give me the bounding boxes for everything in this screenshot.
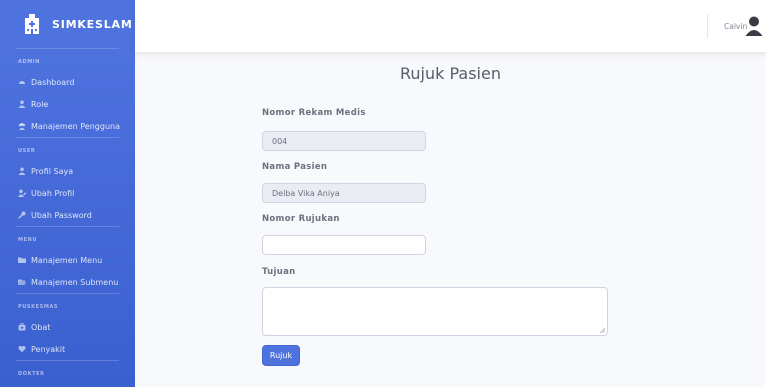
user-circle-icon[interactable] — [745, 16, 763, 36]
resize-grip-icon[interactable] — [599, 327, 605, 333]
folder-icon — [18, 257, 26, 263]
sidebar-item-obat[interactable]: Obat — [0, 316, 135, 338]
sidebar-item-manajemen-pengguna[interactable]: Manajemen Pengguna — [0, 115, 135, 137]
tujuan-textarea[interactable] — [262, 287, 608, 336]
tachometer-icon — [19, 81, 25, 84]
sidebar: SIMKESLAM ADMIN Dashboard Role Manajemen… — [0, 0, 135, 387]
nama-pasien-field[interactable]: Delba Vika Aniya — [262, 183, 426, 203]
nomor-rujukan-field[interactable] — [262, 235, 426, 255]
sidebar-heading-dokter: DOKTER — [18, 371, 45, 377]
sidebar-item-dashboard[interactable]: Dashboard — [0, 71, 135, 93]
sidebar-item-label: Ubah Password — [31, 210, 92, 220]
field-label-nama-pasien: Nama Pasien — [262, 162, 328, 172]
topbar: Calvin — [135, 0, 766, 52]
sidebar-item-label: Manajemen Menu — [31, 255, 103, 265]
hospital-icon — [25, 14, 39, 34]
sidebar-item-manajemen-submenu[interactable]: Manajemen Submenu — [0, 271, 135, 293]
field-label-nomor-rujukan: Nomor Rujukan — [262, 214, 340, 224]
sidebar-item-profil-saya[interactable]: Profil Saya — [0, 160, 135, 182]
sidebar-heading-puskesmas: PUSKESMAS — [18, 304, 59, 310]
topbar-divider — [707, 14, 708, 38]
sidebar-item-label: Ubah Profil — [31, 188, 75, 198]
sidebar-item-label: Obat — [31, 322, 51, 332]
sidebar-item-label: Role — [31, 99, 49, 109]
sidebar-item-label: Dashboard — [31, 77, 75, 87]
sidebar-item-label: Manajemen Submenu — [31, 277, 119, 287]
users-icon — [18, 123, 26, 130]
sidebar-brand[interactable]: SIMKESLAM — [0, 0, 135, 48]
medkit-icon — [18, 323, 26, 331]
sidebar-item-label: Profil Saya — [31, 166, 74, 176]
sidebar-item-label: Manajemen Pengguna — [31, 121, 120, 131]
brand-name: SIMKESLAM — [52, 17, 133, 31]
user-name[interactable]: Calvin — [724, 22, 747, 31]
sidebar-item-label: Penyakit — [31, 344, 66, 354]
page-title: Rujuk Pasien — [400, 64, 501, 83]
main-content: Rujuk Pasien Nomor Rekam Medis 004 Nama … — [135, 52, 766, 387]
user-edit-icon — [18, 189, 26, 197]
sidebar-item-manajemen-menu[interactable]: Manajemen Menu — [0, 249, 135, 271]
sidebar-item-role[interactable]: Role — [0, 93, 135, 115]
rujuk-form: Nomor Rekam Medis 004 Nama Pasien Delba … — [262, 108, 608, 366]
sidebar-heading-user: USER — [18, 148, 36, 154]
heart-icon — [18, 345, 26, 353]
field-label-rekam-medis: Nomor Rekam Medis — [262, 108, 366, 118]
rekam-medis-field[interactable]: 004 — [262, 131, 426, 151]
field-label-tujuan: Tujuan — [262, 267, 296, 277]
sidebar-heading-admin: ADMIN — [18, 59, 41, 65]
user-icon — [18, 100, 26, 108]
sidebar-heading-menu: MENU — [18, 237, 38, 243]
user-icon — [18, 167, 26, 175]
key-icon — [18, 211, 26, 219]
sidebar-item-ubah-profil[interactable]: Ubah Profil — [0, 182, 135, 204]
rujuk-button[interactable]: Rujuk — [262, 345, 300, 366]
sidebar-item-penyakit[interactable]: Penyakit — [0, 338, 135, 360]
folder-open-icon — [18, 279, 26, 285]
sidebar-item-ubah-password[interactable]: Ubah Password — [0, 204, 135, 226]
